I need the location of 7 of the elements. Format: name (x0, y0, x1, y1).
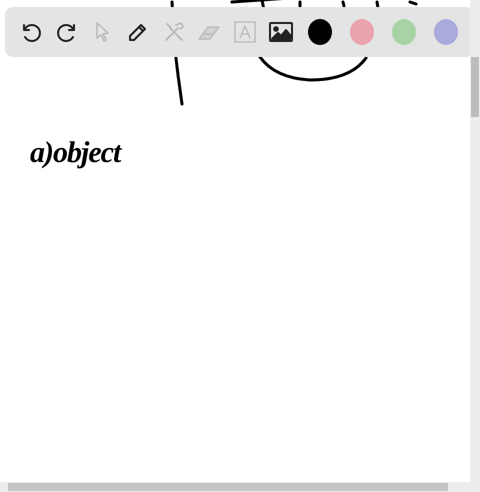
vertical-scrollbar[interactable] (470, 0, 480, 482)
color-swatch[interactable] (308, 19, 332, 45)
handwritten-note: a)object (30, 136, 120, 170)
color-swatch[interactable] (350, 19, 374, 45)
color-swatch[interactable] (434, 19, 458, 45)
horizontal-scrollbar[interactable] (0, 482, 480, 492)
color-swatch[interactable] (392, 19, 416, 45)
